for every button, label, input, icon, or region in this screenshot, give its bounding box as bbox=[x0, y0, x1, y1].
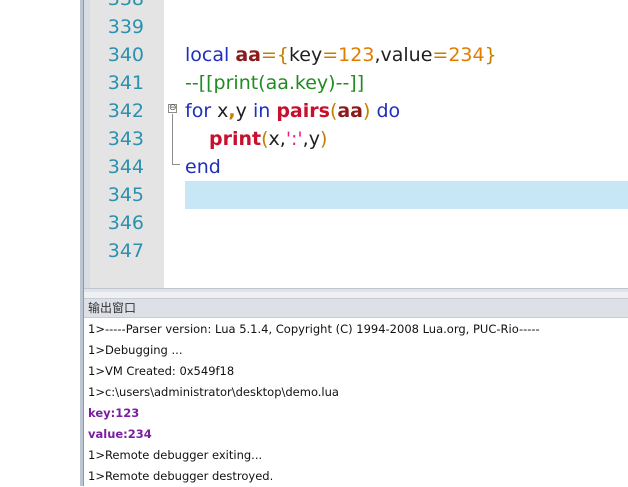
line-number: 347 bbox=[107, 240, 144, 262]
operator-token: = bbox=[322, 44, 339, 66]
line-number: 343 bbox=[107, 128, 144, 150]
field-token: value bbox=[380, 44, 433, 66]
paren-token: ( bbox=[261, 128, 269, 150]
line-number: 338 bbox=[90, 0, 144, 13]
line-number: 345 bbox=[107, 184, 144, 206]
keyword-token: local bbox=[185, 44, 236, 66]
output-panel[interactable]: 1>-----Parser version: Lua 5.1.4, Copyri… bbox=[84, 318, 628, 486]
number-token: 123 bbox=[338, 44, 375, 66]
left-blank-area bbox=[0, 0, 80, 486]
output-line: 1>-----Parser version: Lua 5.1.4, Copyri… bbox=[88, 322, 540, 336]
line-number: 341 bbox=[107, 72, 144, 94]
code-line-341[interactable]: --[[print(aa.key)--]] bbox=[185, 69, 364, 97]
line-number: 339 bbox=[107, 16, 144, 38]
line-number: 344 bbox=[107, 156, 144, 178]
print-output-line: value:234 bbox=[88, 427, 152, 441]
fold-collapse-icon[interactable]: ⊖ bbox=[168, 104, 177, 113]
keyword-token: in bbox=[252, 100, 277, 122]
output-line: 1>Remote debugger exiting... bbox=[88, 448, 263, 462]
operator-token: } bbox=[484, 44, 497, 66]
keyword-token: for bbox=[185, 100, 218, 122]
code-line-340[interactable]: local aa={key=123,value=234} bbox=[185, 41, 497, 69]
string-token: ':' bbox=[285, 128, 303, 150]
function-token: pairs bbox=[276, 100, 330, 122]
output-line: 1>Debugging ... bbox=[88, 343, 183, 357]
print-output-line: key:123 bbox=[88, 406, 140, 420]
comma-token: , bbox=[228, 100, 236, 122]
fold-guide-line bbox=[172, 114, 173, 164]
field-token: key bbox=[288, 44, 323, 66]
variable-token: y bbox=[235, 100, 253, 122]
keyword-token: do bbox=[370, 100, 401, 122]
fold-margin bbox=[164, 0, 184, 292]
variable-token: x bbox=[268, 128, 280, 150]
number-token: 234 bbox=[448, 44, 485, 66]
function-token: print bbox=[209, 128, 262, 150]
identifier-token: aa bbox=[337, 100, 364, 122]
operator-token: ={ bbox=[260, 44, 289, 66]
variable-token: y bbox=[308, 128, 320, 150]
code-editor[interactable]: 338 339 340 341 342 343 344 345 346 347 … bbox=[84, 0, 628, 292]
line-number: 340 bbox=[107, 44, 144, 66]
code-line-344[interactable]: end bbox=[185, 153, 221, 181]
output-panel-title: 输出窗口 bbox=[88, 301, 137, 315]
line-number: 346 bbox=[107, 212, 144, 234]
paren-token: ) bbox=[319, 128, 328, 150]
fold-guide-end bbox=[172, 164, 180, 165]
identifier-token: aa bbox=[235, 44, 261, 66]
output-panel-header[interactable]: 输出窗口 bbox=[84, 298, 628, 318]
operator-token: = bbox=[432, 44, 449, 66]
output-line: 1>c:\users\administrator\desktop\demo.lu… bbox=[88, 385, 339, 399]
variable-token: x bbox=[217, 100, 229, 122]
output-line: 1>VM Created: 0x549f18 bbox=[88, 364, 235, 378]
comment-token: --[[print(aa.key)--]] bbox=[185, 72, 365, 94]
line-number: 342 bbox=[107, 100, 144, 122]
output-line: 1>Remote debugger destroyed. bbox=[88, 469, 274, 483]
current-line-highlight bbox=[185, 181, 628, 209]
code-line-343[interactable]: print(x,':',y) bbox=[209, 125, 327, 153]
code-line-342[interactable]: for x,y in pairs(aa) do bbox=[185, 97, 400, 125]
keyword-token: end bbox=[185, 156, 221, 178]
